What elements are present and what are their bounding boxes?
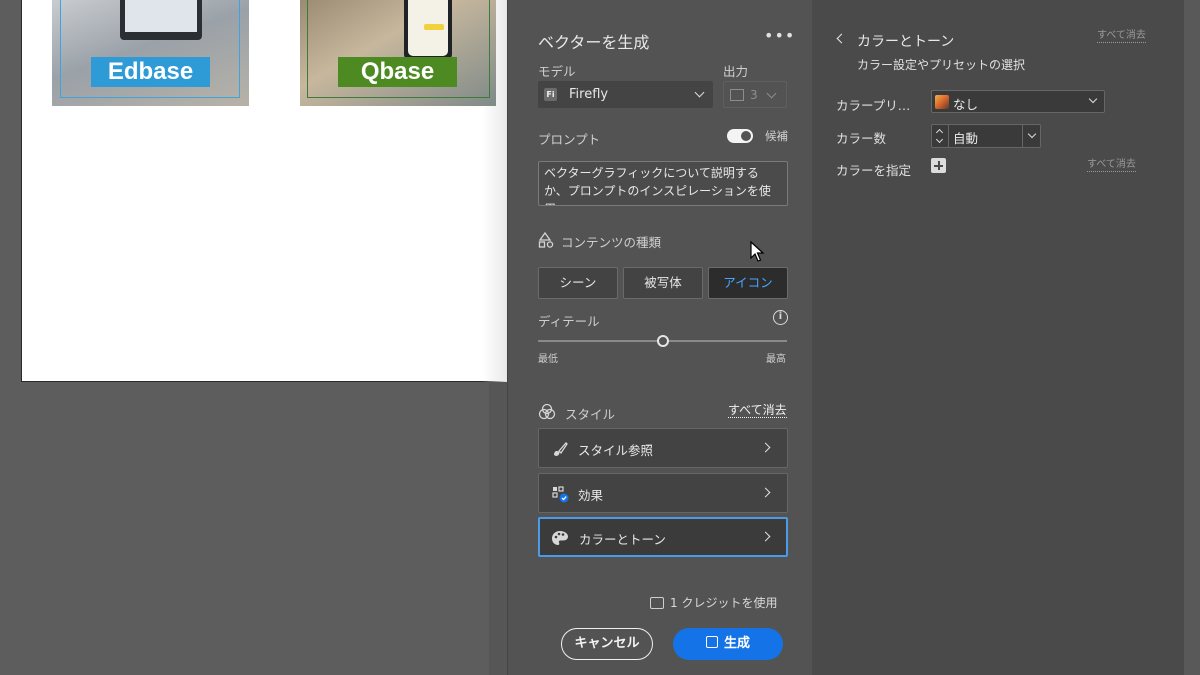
generate-vector-panel: ベクターを生成 ••• モデル 出力 Fi Firefly 3 プロンプト 候補… (507, 0, 812, 675)
chevron-down-icon (766, 88, 777, 99)
detail-max-label: 最高 (766, 354, 786, 365)
color-count-dropdown[interactable] (1022, 125, 1040, 147)
style-icon (538, 403, 556, 420)
specify-color-label: カラーを指定 (836, 163, 912, 178)
color-and-tone-row[interactable]: カラーとトーン (538, 517, 788, 557)
output-dropdown[interactable]: 3 (723, 81, 787, 108)
thumbnail-qbase[interactable]: Qbase (300, 0, 496, 106)
output-grid-icon (730, 89, 744, 101)
output-value: 3 (750, 88, 758, 102)
color-preset-dropdown[interactable]: なし (931, 90, 1105, 113)
credits-label: 1 クレジットを使用 (670, 596, 778, 610)
color-preset-label: カラープリ… (836, 98, 911, 113)
detail-label: ディテール (538, 314, 600, 329)
back-chevron-icon[interactable] (836, 33, 847, 44)
mouse-cursor-icon (750, 240, 765, 262)
effects-row[interactable]: 効果 (538, 473, 788, 513)
color-count-label: カラー数 (836, 131, 887, 146)
right-edge-strip (1184, 0, 1200, 675)
color-and-tone-label: カラーとトーン (579, 532, 666, 547)
credit-icon (650, 597, 664, 609)
content-type-scene[interactable]: シーン (538, 267, 618, 299)
preset-swatch (935, 95, 949, 109)
clear-all-top-link[interactable]: すべて消去 (1097, 30, 1146, 43)
model-label: モデル (538, 64, 576, 79)
model-value: Firefly (569, 87, 609, 102)
content-type-icon (538, 232, 554, 248)
chevron-down-icon (694, 87, 705, 98)
suggestions-toggle[interactable] (727, 129, 753, 143)
chevron-down-icon (1027, 129, 1037, 139)
style-clear-all-link[interactable]: すべて消去 (728, 403, 787, 418)
generate-button[interactable]: 生成 (673, 628, 783, 660)
firefly-icon: Fi (544, 88, 557, 101)
thumbnail-edbase[interactable]: Edbase (52, 0, 249, 106)
clear-all-colors-link[interactable]: すべて消去 (1087, 159, 1136, 172)
color-panel-title: カラーとトーン (857, 34, 955, 50)
detail-slider-thumb[interactable] (656, 335, 669, 347)
stepper-arrows[interactable] (932, 125, 949, 147)
generate-label: 生成 (723, 636, 750, 651)
model-dropdown[interactable]: Fi Firefly (538, 81, 713, 108)
color-count-value: 自動 (953, 131, 979, 146)
output-label: 出力 (723, 64, 749, 79)
color-tone-panel: カラーとトーン カラー設定やプリセットの選択 すべて消去 カラープリ… なし カ… (812, 0, 1184, 675)
chevron-right-icon (760, 531, 771, 542)
effects-label: 効果 (578, 488, 604, 503)
content-type-subject[interactable]: 被写体 (623, 267, 703, 299)
chevron-down-icon (1088, 94, 1098, 104)
cancel-button[interactable]: キャンセル (561, 628, 653, 660)
chevron-right-icon (760, 442, 771, 453)
color-count-stepper[interactable]: 自動 (931, 124, 1041, 148)
chevron-right-icon (760, 487, 771, 498)
edbase-logo: Edbase (91, 57, 210, 87)
color-preset-value: なし (953, 97, 979, 112)
style-label: スタイル (565, 407, 616, 422)
content-type-label: コンテンツの種類 (561, 235, 662, 250)
info-icon[interactable]: i (773, 310, 788, 325)
panel-edge (489, 382, 507, 675)
more-options-icon[interactable]: ••• (764, 26, 795, 45)
suggestions-label: 候補 (765, 129, 788, 143)
effects-icon (552, 486, 569, 503)
style-reference-label: スタイル参照 (578, 443, 654, 458)
generate-icon (705, 636, 718, 648)
credits-info: 1 クレジットを使用 (650, 594, 777, 611)
chevron-down-icon[interactable] (935, 135, 944, 144)
prompt-label: プロンプト (538, 132, 601, 147)
style-reference-row[interactable]: スタイル参照 (538, 428, 788, 468)
color-panel-subtitle: カラー設定やプリセットの選択 (857, 58, 1026, 72)
qbase-logo: Qbase (338, 57, 457, 87)
detail-min-label: 最低 (538, 354, 558, 365)
brush-icon (554, 442, 568, 456)
add-color-icon[interactable] (931, 158, 946, 173)
prompt-input[interactable]: ベクターグラフィックについて説明するか、プロンプトのインスピレーションを使用 (538, 161, 788, 206)
panel-title: ベクターを生成 (538, 33, 650, 52)
content-type-icon-option[interactable]: アイコン (708, 267, 788, 299)
palette-icon (552, 531, 568, 545)
